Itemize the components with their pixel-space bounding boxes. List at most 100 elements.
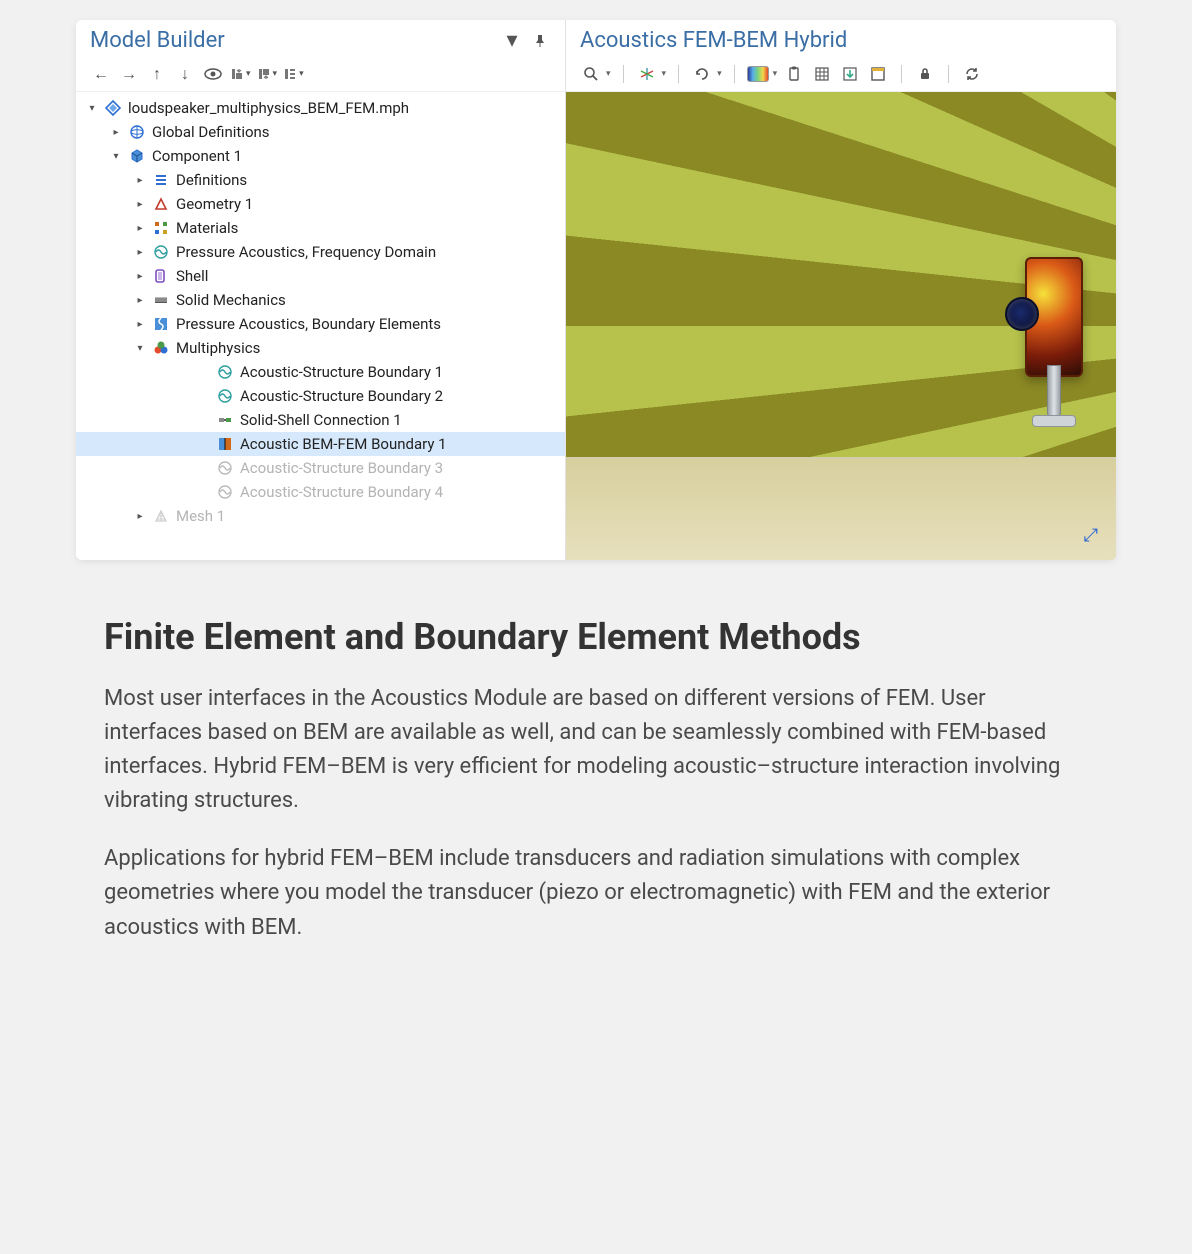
rotate-icon[interactable] xyxy=(691,63,713,85)
tree-node-label: Geometry 1 xyxy=(176,195,557,213)
zoom-caret-icon[interactable]: ▾ xyxy=(606,69,611,79)
tree-node[interactable]: ▾ Multiphysics xyxy=(76,336,565,360)
graphics-header: Acoustics FEM-BEM Hybrid xyxy=(566,20,1116,57)
nav-up-button[interactable]: ↑ xyxy=(146,63,168,85)
tree-node-label: Pressure Acoustics, Boundary Elements xyxy=(176,315,557,333)
axes-icon[interactable] xyxy=(636,63,658,85)
tree-twisty-icon[interactable]: ▸ xyxy=(134,223,146,234)
show-button[interactable] xyxy=(202,63,224,85)
tree-node-icon xyxy=(152,267,170,285)
model-tree[interactable]: ▾ loudspeaker_multiphysics_BEM_FEM.mph ▸ Gl… xyxy=(76,92,565,560)
divider xyxy=(901,65,902,83)
tree-node-label: Global Definitions xyxy=(152,123,557,141)
tree-node-label: Solid Mechanics xyxy=(176,291,557,309)
article-paragraph-1: Most user interfaces in the Acoustics Mo… xyxy=(104,682,1088,818)
tree-node[interactable]: ▸ Mesh 1 xyxy=(76,504,565,528)
graphics-panel: Acoustics FEM-BEM Hybrid ▾ ▾ ▾ xyxy=(566,20,1116,560)
tree-node[interactable]: ▾ loudspeaker_multiphysics_BEM_FEM.mph xyxy=(76,96,565,120)
tree-node[interactable]: Acoustic-Structure Boundary 3 xyxy=(76,456,565,480)
tree-node-label: Shell xyxy=(176,267,557,285)
tree-node[interactable]: ▸Materials xyxy=(76,216,565,240)
tree-twisty-icon[interactable]: ▸ xyxy=(134,175,146,186)
tree-twisty-icon[interactable]: ▾ xyxy=(86,103,98,114)
tree-node[interactable]: ▸ Geometry 1 xyxy=(76,192,565,216)
tree-node-label: Acoustic-Structure Boundary 4 xyxy=(240,483,557,501)
tree-node-icon xyxy=(216,435,234,453)
tree-node-icon xyxy=(152,243,170,261)
clipboard-icon[interactable] xyxy=(783,63,805,85)
tree-node-icon xyxy=(104,99,122,117)
download-plot-icon[interactable] xyxy=(839,63,861,85)
tree-twisty-icon[interactable]: ▾ xyxy=(134,343,146,354)
tree-node-icon xyxy=(152,339,170,357)
tree-node[interactable]: Acoustic-Structure Boundary 4 xyxy=(76,480,565,504)
tree-twisty-icon[interactable]: ▸ xyxy=(134,199,146,210)
tree-twisty-icon[interactable]: ▾ xyxy=(110,151,122,162)
lock-icon[interactable] xyxy=(914,63,936,85)
tree-node-icon xyxy=(152,291,170,309)
tree-node[interactable]: Acoustic-Structure Boundary 1 xyxy=(76,360,565,384)
tree-twisty-icon[interactable]: ▸ xyxy=(134,247,146,258)
article-paragraph-2: Applications for hybrid FEM–BEM include … xyxy=(104,842,1088,944)
tree-node-label: Acoustic BEM-FEM Boundary 1 xyxy=(240,435,557,453)
more-button[interactable]: ▾ xyxy=(283,63,304,85)
divider xyxy=(734,65,735,83)
tree-twisty-icon[interactable]: ▸ xyxy=(134,271,146,282)
panel-menu-caret-icon[interactable]: ▾ xyxy=(501,30,523,52)
grid-icon[interactable] xyxy=(811,63,833,85)
tree-node[interactable]: ▸ Pressure Acoustics, Boundary Elements xyxy=(76,312,565,336)
tree-node-label: Solid-Shell Connection 1 xyxy=(240,411,557,429)
nav-down-button[interactable]: ↓ xyxy=(174,63,196,85)
window-icon[interactable] xyxy=(867,63,889,85)
model-builder-panel: Model Builder ▾ ← → ↑ ↓ ▾ xyxy=(76,20,566,560)
tree-node-icon xyxy=(216,387,234,405)
tree-twisty-icon[interactable]: ▸ xyxy=(134,295,146,306)
tree-node[interactable]: Acoustic-Structure Boundary 2 xyxy=(76,384,565,408)
tree-node-label: Multiphysics xyxy=(176,339,557,357)
tree-node-label: loudspeaker_multiphysics_BEM_FEM.mph xyxy=(128,99,557,117)
tree-node[interactable]: ▸ Shell xyxy=(76,264,565,288)
zoom-icon[interactable] xyxy=(580,63,602,85)
colormap-swatch[interactable] xyxy=(747,66,769,82)
refresh-icon[interactable] xyxy=(961,63,983,85)
tree-node-icon xyxy=(128,123,146,141)
nav-back-button[interactable]: ← xyxy=(90,63,112,85)
tree-node-label: Component 1 xyxy=(152,147,557,165)
graphics-toolbar: ▾ ▾ ▾ ▾ xyxy=(566,57,1116,92)
expand-button[interactable]: ▾ xyxy=(257,63,278,85)
tree-node[interactable]: ▸ Solid Mechanics xyxy=(76,288,565,312)
divider xyxy=(678,65,679,83)
tree-node[interactable]: ▸Definitions xyxy=(76,168,565,192)
axes-caret-icon[interactable]: ▾ xyxy=(662,69,667,79)
tree-node-icon xyxy=(216,459,234,477)
tree-node-icon xyxy=(152,219,170,237)
tree-node[interactable]: Acoustic BEM-FEM Boundary 1 xyxy=(76,432,565,456)
collapse-button[interactable]: ▾ xyxy=(230,63,251,85)
article-heading: Finite Element and Boundary Element Meth… xyxy=(104,616,1088,658)
tree-node[interactable]: ▸ Global Definitions xyxy=(76,120,565,144)
model-builder-toolbar: ← → ↑ ↓ ▾ ▾ ▾ xyxy=(76,57,565,92)
graphics-viewport[interactable] xyxy=(566,92,1116,560)
floor-plane-graphic xyxy=(566,457,1116,560)
tree-node[interactable]: ▸ Pressure Acoustics, Frequency Domain xyxy=(76,240,565,264)
tree-node-icon xyxy=(152,507,170,525)
tree-node-label: Mesh 1 xyxy=(176,507,557,525)
graphics-title: Acoustics FEM-BEM Hybrid xyxy=(580,28,847,53)
page: Model Builder ▾ ← → ↑ ↓ ▾ xyxy=(76,20,1116,945)
tree-twisty-icon[interactable]: ▸ xyxy=(134,319,146,330)
tree-node-icon xyxy=(152,171,170,189)
tree-node-label: Acoustic-Structure Boundary 1 xyxy=(240,363,557,381)
divider xyxy=(623,65,624,83)
tree-twisty-icon[interactable]: ▸ xyxy=(110,127,122,138)
tree-twisty-icon[interactable]: ▸ xyxy=(134,511,146,522)
fullscreen-button[interactable]: ⤢ xyxy=(1084,525,1098,546)
colormap-caret-icon[interactable]: ▾ xyxy=(773,69,778,79)
panel-pin-icon[interactable] xyxy=(529,30,551,52)
tree-node[interactable]: Solid-Shell Connection 1 xyxy=(76,408,565,432)
nav-forward-button[interactable]: → xyxy=(118,63,140,85)
rotate-caret-icon[interactable]: ▾ xyxy=(717,69,722,79)
tree-node-label: Pressure Acoustics, Frequency Domain xyxy=(176,243,557,261)
tree-node-icon xyxy=(128,147,146,165)
tree-node[interactable]: ▾ Component 1 xyxy=(76,144,565,168)
article-section: Finite Element and Boundary Element Meth… xyxy=(76,616,1116,945)
